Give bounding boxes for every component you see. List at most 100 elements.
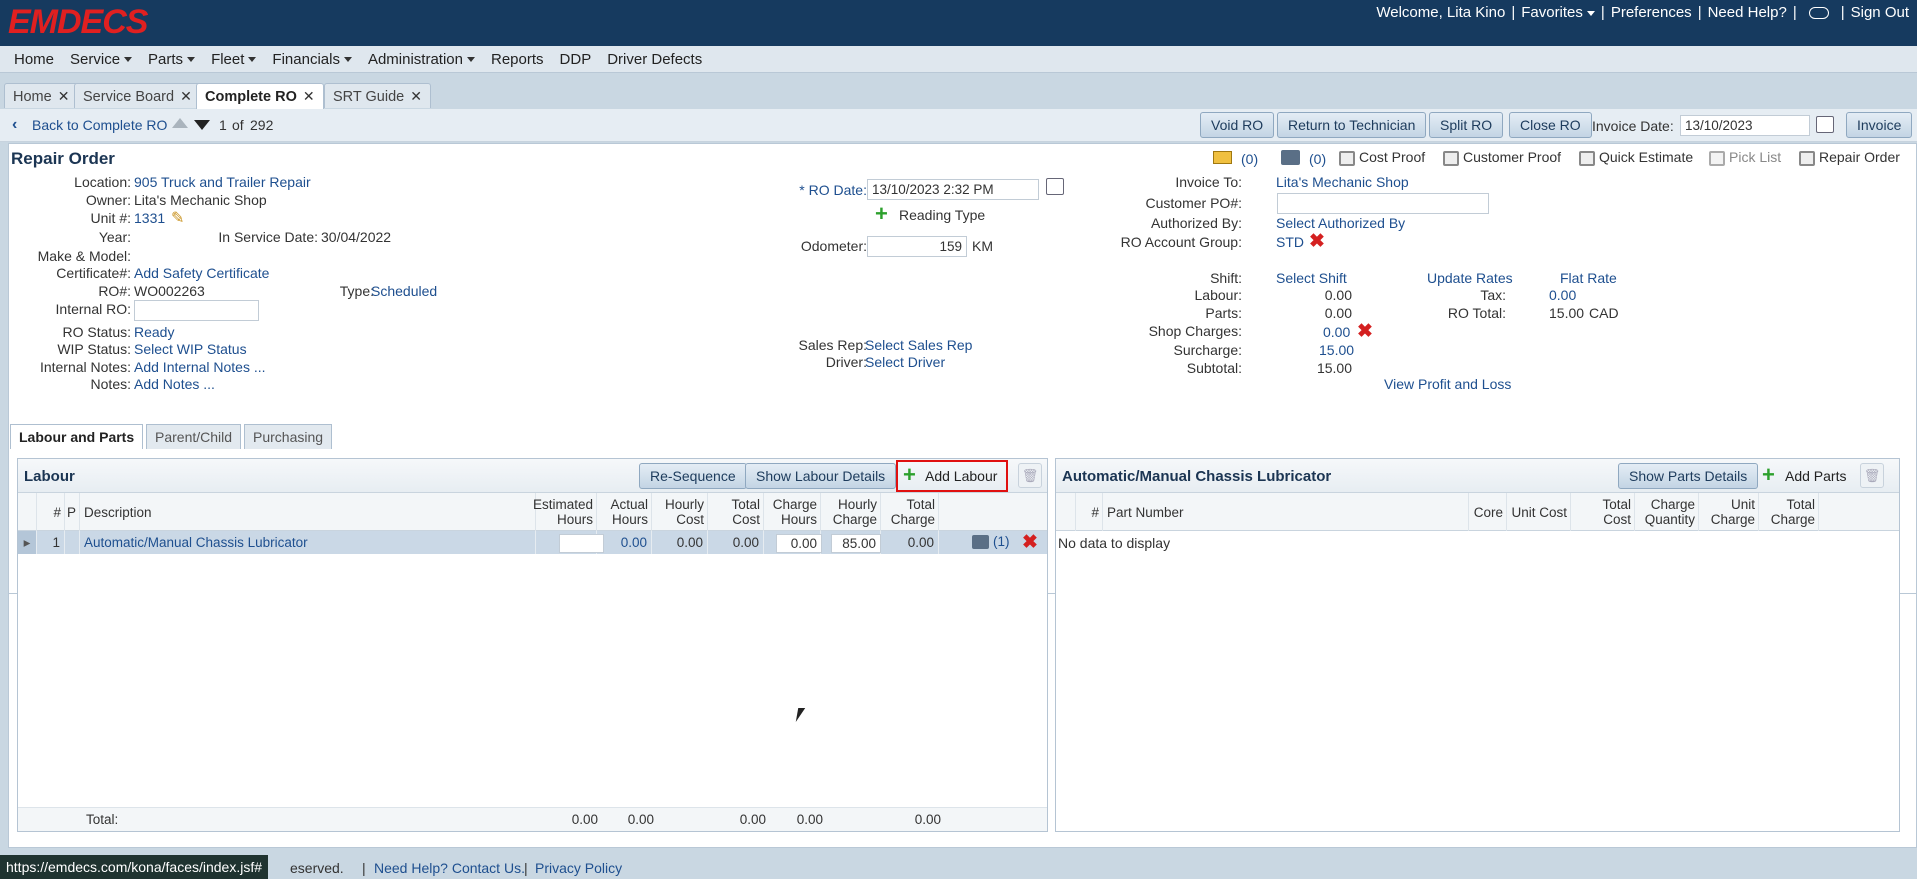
- contact-link[interactable]: Need Help? Contact Us.: [374, 860, 525, 876]
- arrow-up-icon[interactable]: [172, 118, 188, 128]
- customer-proof-link[interactable]: Customer Proof: [1443, 149, 1561, 166]
- close-ro-button[interactable]: Close RO: [1509, 112, 1592, 138]
- camera-count[interactable]: (0): [1309, 151, 1326, 167]
- cost-proof-link[interactable]: Cost Proof: [1339, 149, 1425, 166]
- sales-rep-link[interactable]: Select Sales Rep: [865, 337, 972, 353]
- pick-list-link[interactable]: Pick List: [1709, 149, 1781, 166]
- charge-hours-input[interactable]: [776, 534, 822, 553]
- back-link[interactable]: Back to Complete RO: [32, 117, 167, 133]
- type-link[interactable]: Scheduled: [371, 283, 437, 299]
- invoice-button[interactable]: Invoice: [1846, 112, 1913, 138]
- plus-icon[interactable]: +: [1762, 464, 1775, 486]
- trash-icon[interactable]: 🗑: [1860, 463, 1884, 488]
- tab-home[interactable]: Home ✕: [4, 83, 79, 108]
- close-icon[interactable]: ✕: [58, 88, 70, 104]
- account-group-link[interactable]: STD: [1276, 234, 1304, 250]
- arrow-down-icon[interactable]: [194, 120, 210, 130]
- close-icon[interactable]: ✕: [303, 88, 315, 104]
- odometer-input[interactable]: [867, 236, 967, 257]
- nav-reports[interactable]: Reports: [483, 51, 552, 68]
- wip-status-link[interactable]: Select WIP Status: [134, 341, 247, 357]
- expand-row-icon[interactable]: ▸: [18, 531, 37, 554]
- resequence-button[interactable]: Re-Sequence: [639, 463, 747, 489]
- reading-type-link[interactable]: Reading Type: [899, 207, 985, 223]
- invoice-to-link[interactable]: Lita's Mechanic Shop: [1276, 174, 1409, 190]
- tab-service-board[interactable]: Service Board ✕: [74, 83, 201, 108]
- tax-link[interactable]: 0.00: [1549, 287, 1576, 303]
- email-count[interactable]: (0): [1241, 151, 1258, 167]
- add-safety-certificate-link[interactable]: Add Safety Certificate: [134, 265, 269, 281]
- calendar-icon[interactable]: [1816, 116, 1834, 133]
- camera-icon[interactable]: [972, 535, 989, 549]
- table-row[interactable]: ▸ 1 Automatic/Manual Chassis Lubricator …: [18, 531, 1047, 554]
- tab-complete-ro[interactable]: Complete RO ✕: [196, 83, 324, 109]
- authorized-by-link[interactable]: Select Authorized By: [1276, 215, 1405, 231]
- split-ro-button[interactable]: Split RO: [1429, 112, 1504, 138]
- add-internal-notes-link[interactable]: Add Internal Notes ...: [134, 359, 266, 375]
- flat-rate-link[interactable]: Flat Rate: [1560, 270, 1617, 286]
- row-hourly-cost: 0.00: [652, 531, 708, 554]
- row-description-link[interactable]: Automatic/Manual Chassis Lubricator: [80, 531, 536, 554]
- pencil-icon[interactable]: ✎: [171, 208, 184, 228]
- ro-date-input[interactable]: [867, 179, 1039, 200]
- delete-row-icon[interactable]: ✖: [1022, 531, 1038, 554]
- close-icon[interactable]: ✕: [180, 88, 192, 104]
- tab-srt-guide[interactable]: SRT Guide ✕: [324, 83, 431, 108]
- subtab-purchasing[interactable]: Purchasing: [244, 424, 333, 449]
- chat-icon[interactable]: [1808, 6, 1829, 19]
- privacy-policy-link[interactable]: Privacy Policy: [535, 860, 622, 876]
- return-to-technician-button[interactable]: Return to Technician: [1277, 112, 1427, 138]
- subtab-labour-parts[interactable]: Labour and Parts: [10, 424, 144, 449]
- chevron-down-icon: [467, 57, 475, 63]
- ro-status-link[interactable]: Ready: [134, 324, 174, 340]
- sign-out-link[interactable]: Sign Out: [1851, 4, 1909, 21]
- internal-ro-input[interactable]: [134, 300, 259, 321]
- favorites-menu[interactable]: Favorites: [1521, 4, 1595, 21]
- remove-icon[interactable]: ✖: [1357, 320, 1373, 343]
- trash-icon[interactable]: 🗑: [1018, 463, 1042, 488]
- nav-home[interactable]: Home: [6, 51, 62, 68]
- customer-po-input[interactable]: [1277, 193, 1489, 214]
- row-camera-count[interactable]: (1): [993, 534, 1010, 549]
- surcharge-link[interactable]: 15.00: [1319, 342, 1354, 358]
- nav-ddp[interactable]: DDP: [552, 51, 600, 68]
- subtab-parent-child[interactable]: Parent/Child: [146, 424, 242, 449]
- show-parts-details-button[interactable]: Show Parts Details: [1618, 463, 1759, 489]
- chevron-left-icon[interactable]: ‹: [12, 116, 17, 134]
- hourly-charge-input[interactable]: [831, 534, 881, 553]
- quick-estimate-link[interactable]: Quick Estimate: [1579, 149, 1693, 166]
- shop-charges-link[interactable]: 0.00: [1323, 324, 1350, 340]
- plus-icon[interactable]: +: [875, 203, 888, 225]
- nav-service[interactable]: Service: [62, 51, 140, 68]
- remove-icon[interactable]: ✖: [1309, 230, 1325, 253]
- view-profit-loss-link[interactable]: View Profit and Loss: [1384, 376, 1511, 392]
- driver-link[interactable]: Select Driver: [865, 354, 945, 370]
- add-notes-link[interactable]: Add Notes ...: [134, 376, 215, 392]
- preferences-link[interactable]: Preferences: [1611, 4, 1692, 21]
- shift-link[interactable]: Select Shift: [1276, 270, 1347, 286]
- row-actual-hours[interactable]: 0.00: [597, 531, 652, 554]
- update-rates-link[interactable]: Update Rates: [1427, 270, 1513, 286]
- show-labour-details-button[interactable]: Show Labour Details: [745, 463, 897, 489]
- nav-financials[interactable]: Financials: [264, 51, 360, 68]
- row-p: [65, 531, 80, 554]
- nav-parts[interactable]: Parts: [140, 51, 203, 68]
- nav-driver-defects[interactable]: Driver Defects: [599, 51, 710, 68]
- calendar-icon[interactable]: [1046, 178, 1064, 195]
- invoice-date-input[interactable]: [1680, 115, 1810, 136]
- plus-icon[interactable]: +: [903, 464, 916, 486]
- void-ro-button[interactable]: Void RO: [1200, 112, 1275, 138]
- add-parts-button[interactable]: Add Parts: [1785, 468, 1846, 484]
- nav-fleet[interactable]: Fleet: [203, 51, 264, 68]
- nav-administration[interactable]: Administration: [360, 51, 483, 68]
- need-help-link[interactable]: Need Help?: [1708, 4, 1787, 21]
- repair-order-link[interactable]: Repair Order: [1799, 149, 1900, 166]
- camera-icon[interactable]: [1281, 150, 1300, 165]
- col-number: #: [1076, 493, 1103, 531]
- email-icon[interactable]: [1213, 151, 1232, 164]
- unit-link[interactable]: 1331: [134, 210, 165, 226]
- close-icon[interactable]: ✕: [410, 88, 422, 104]
- cost-proof-label: Cost Proof: [1359, 149, 1426, 165]
- add-labour-button[interactable]: Add Labour: [925, 468, 997, 484]
- location-link[interactable]: 905 Truck and Trailer Repair: [134, 174, 311, 190]
